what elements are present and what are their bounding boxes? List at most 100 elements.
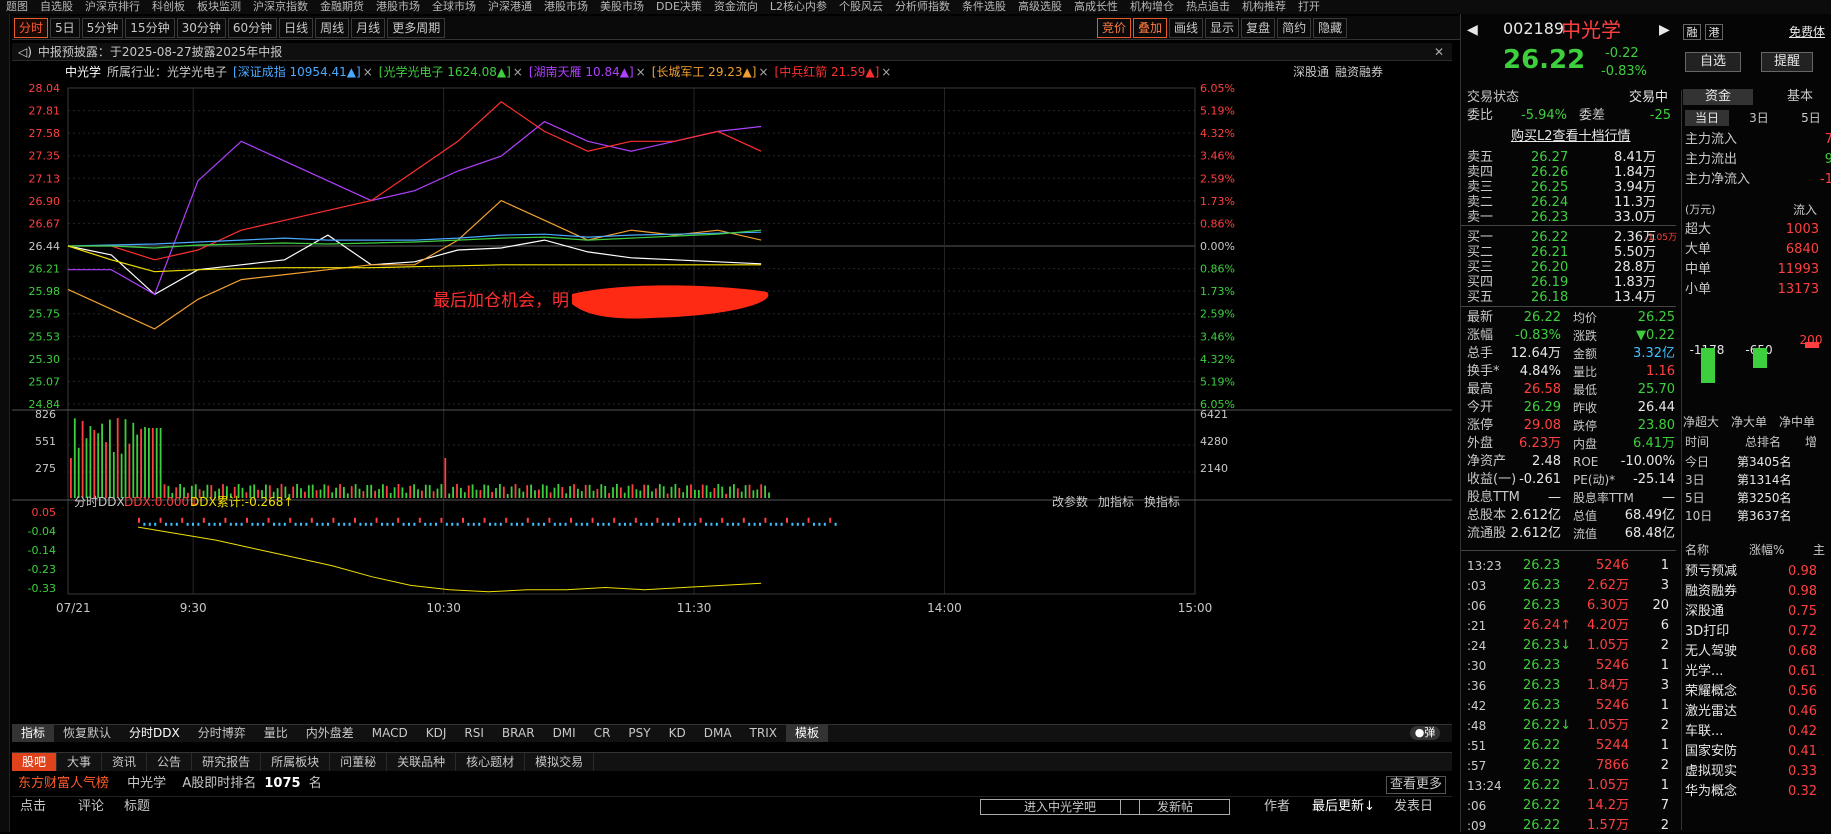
news-tab[interactable]: 资讯: [102, 753, 148, 771]
top-menu-item[interactable]: 美股市场: [594, 0, 650, 13]
remove-icon[interactable]: ×: [363, 65, 373, 79]
remove-icon[interactable]: ×: [636, 65, 646, 79]
legend-series[interactable]: [湖南天雁 10.84▲]: [529, 65, 634, 79]
concept-name[interactable]: 融资融券: [1685, 584, 1769, 600]
top-menu-item[interactable]: 机构推荐: [1236, 0, 1292, 13]
concept-name[interactable]: 无人驾驶: [1685, 644, 1769, 660]
concept-name[interactable]: 国家安防: [1685, 744, 1769, 760]
period-button[interactable]: 更多周期: [387, 18, 446, 38]
legend-series[interactable]: [长城军工 29.23▲]: [652, 65, 757, 79]
new-post-button[interactable]: 发新帖: [1120, 799, 1230, 815]
free-trial[interactable]: 免费体: [1789, 24, 1831, 40]
legend-right-item[interactable]: 深股通: [1293, 65, 1329, 79]
indicator-tab[interactable]: 分时博弈: [189, 725, 255, 742]
close-icon[interactable]: ✕: [1434, 43, 1444, 61]
concept-name[interactable]: 光学...: [1685, 664, 1769, 680]
top-menu-item[interactable]: 沪深港通: [482, 0, 538, 13]
toolbar-right-button[interactable]: 竞价: [1097, 18, 1132, 38]
concept-name[interactable]: 预亏预减: [1685, 564, 1769, 580]
indicator-tab[interactable]: KDJ: [417, 725, 456, 742]
indicator-tab[interactable]: DMI: [544, 725, 585, 742]
fund-period-tab[interactable]: 5日: [1789, 110, 1831, 126]
top-menu-item[interactable]: 沪深京排行: [79, 0, 146, 13]
top-menu-item[interactable]: 高成长性: [1068, 0, 1124, 13]
indicator-tab[interactable]: 量比: [255, 725, 297, 742]
top-menu-item[interactable]: DDE决策: [650, 0, 708, 13]
period-button[interactable]: 日线: [279, 18, 314, 38]
top-menu-item[interactable]: 科创板: [146, 0, 191, 13]
indicator-tab[interactable]: 指标: [12, 725, 55, 742]
toolbar-right-button[interactable]: 简约: [1277, 18, 1312, 38]
fund-period-tab[interactable]: 3日: [1737, 110, 1781, 126]
remove-icon[interactable]: ×: [513, 65, 523, 79]
legend-right-item[interactable]: 融资融券: [1335, 65, 1383, 79]
remove-icon[interactable]: ×: [758, 65, 768, 79]
period-button[interactable]: 30分钟: [176, 18, 226, 38]
top-menu-item[interactable]: 沪深京指数: [247, 0, 314, 13]
top-menu-item[interactable]: 分析师指数: [889, 0, 956, 13]
concept-name[interactable]: 华为概念: [1685, 784, 1769, 800]
top-menu-item[interactable]: 个股风云: [833, 0, 889, 13]
fund-tab-capital[interactable]: 资金: [1683, 89, 1753, 105]
period-button[interactable]: 分时: [14, 18, 49, 38]
legend-series[interactable]: [中兵红箭 21.59▲]: [775, 65, 880, 79]
indicator-tab[interactable]: 模板: [785, 725, 828, 742]
top-menu-item[interactable]: 高级选股: [1012, 0, 1068, 13]
popup-toggle[interactable]: ●弹: [1410, 726, 1440, 740]
concept-name[interactable]: 车联...: [1685, 724, 1769, 740]
news-tab[interactable]: 股吧: [12, 753, 58, 771]
period-button[interactable]: 15分钟: [125, 18, 175, 38]
top-menu-item[interactable]: 条件选股: [956, 0, 1012, 13]
l2-link[interactable]: 购买L2查看十档行情: [1511, 129, 1681, 145]
news-tab[interactable]: 研究报告: [192, 753, 262, 771]
col-latest[interactable]: 最后更新↓: [1312, 797, 1375, 817]
top-menu-item[interactable]: 资金流向: [708, 0, 764, 13]
toolbar-right-button[interactable]: 画线: [1169, 18, 1204, 38]
indicator-tab[interactable]: CR: [585, 725, 620, 742]
remove-icon[interactable]: ×: [881, 65, 891, 79]
news-tab[interactable]: 公告: [147, 753, 193, 771]
watchlist-button[interactable]: 自选: [1685, 52, 1741, 72]
top-menu-item[interactable]: 打开: [1292, 0, 1326, 13]
indicator-tab[interactable]: PSY: [619, 725, 659, 742]
news-tab[interactable]: 大事: [57, 753, 103, 771]
ddx-right-button[interactable]: 加指标: [1098, 494, 1134, 509]
indicator-tab[interactable]: KD: [660, 725, 695, 742]
top-menu-item[interactable]: 金融期货: [314, 0, 370, 13]
top-menu-item[interactable]: 港股市场: [370, 0, 426, 13]
news-tab[interactable]: 关联品种: [387, 753, 457, 771]
period-button[interactable]: 60分钟: [227, 18, 278, 38]
top-menu-item[interactable]: 板块监测: [191, 0, 247, 13]
indicator-tab[interactable]: RSI: [455, 725, 493, 742]
fund-tab-basic[interactable]: 基本: [1765, 89, 1831, 105]
concept-name[interactable]: 深股通: [1685, 604, 1769, 620]
indicator-tab[interactable]: MACD: [363, 725, 417, 742]
top-menu-item[interactable]: 热点追击: [1180, 0, 1236, 13]
period-button[interactable]: 5日: [50, 18, 80, 38]
concept-name[interactable]: 荣耀概念: [1685, 684, 1769, 700]
indicator-tab[interactable]: 分时DDX: [120, 725, 189, 742]
top-menu-item[interactable]: 题图: [0, 0, 34, 13]
top-menu-item[interactable]: 港股市场: [538, 0, 594, 13]
period-button[interactable]: 周线: [315, 18, 350, 38]
period-button[interactable]: 月线: [351, 18, 386, 38]
fund-period-tab[interactable]: 当日: [1685, 110, 1729, 126]
toolbar-right-button[interactable]: 复盘: [1241, 18, 1276, 38]
concept-name[interactable]: 3D打印: [1685, 624, 1769, 640]
indicator-tab[interactable]: 内外盘差: [297, 725, 363, 742]
news-tab[interactable]: 问董秘: [330, 753, 388, 771]
top-menu-item[interactable]: 全球市场: [426, 0, 482, 13]
indicator-tab[interactable]: 恢复默认: [54, 725, 120, 742]
top-menu-item[interactable]: 自选股: [34, 0, 79, 13]
alert-button[interactable]: 提醒: [1761, 52, 1813, 72]
ddx-right-button[interactable]: 换指标: [1144, 494, 1180, 509]
period-button[interactable]: 5分钟: [81, 18, 124, 38]
top-menu-item[interactable]: 机构增仓: [1124, 0, 1180, 13]
next-arrow-icon[interactable]: ▶: [1659, 22, 1673, 38]
concept-name[interactable]: 虚拟现实: [1685, 764, 1769, 780]
top-menu-item[interactable]: L2核心内参: [764, 0, 833, 13]
intraday-chart[interactable]: 28.04 27.81 27.58 27.35 27.13 26.90 26.67 26.44…: [12, 80, 1452, 724]
more-button[interactable]: 查看更多: [1385, 776, 1446, 794]
indicator-tab[interactable]: DMA: [695, 725, 741, 742]
news-tab[interactable]: 核心题材: [456, 753, 526, 771]
